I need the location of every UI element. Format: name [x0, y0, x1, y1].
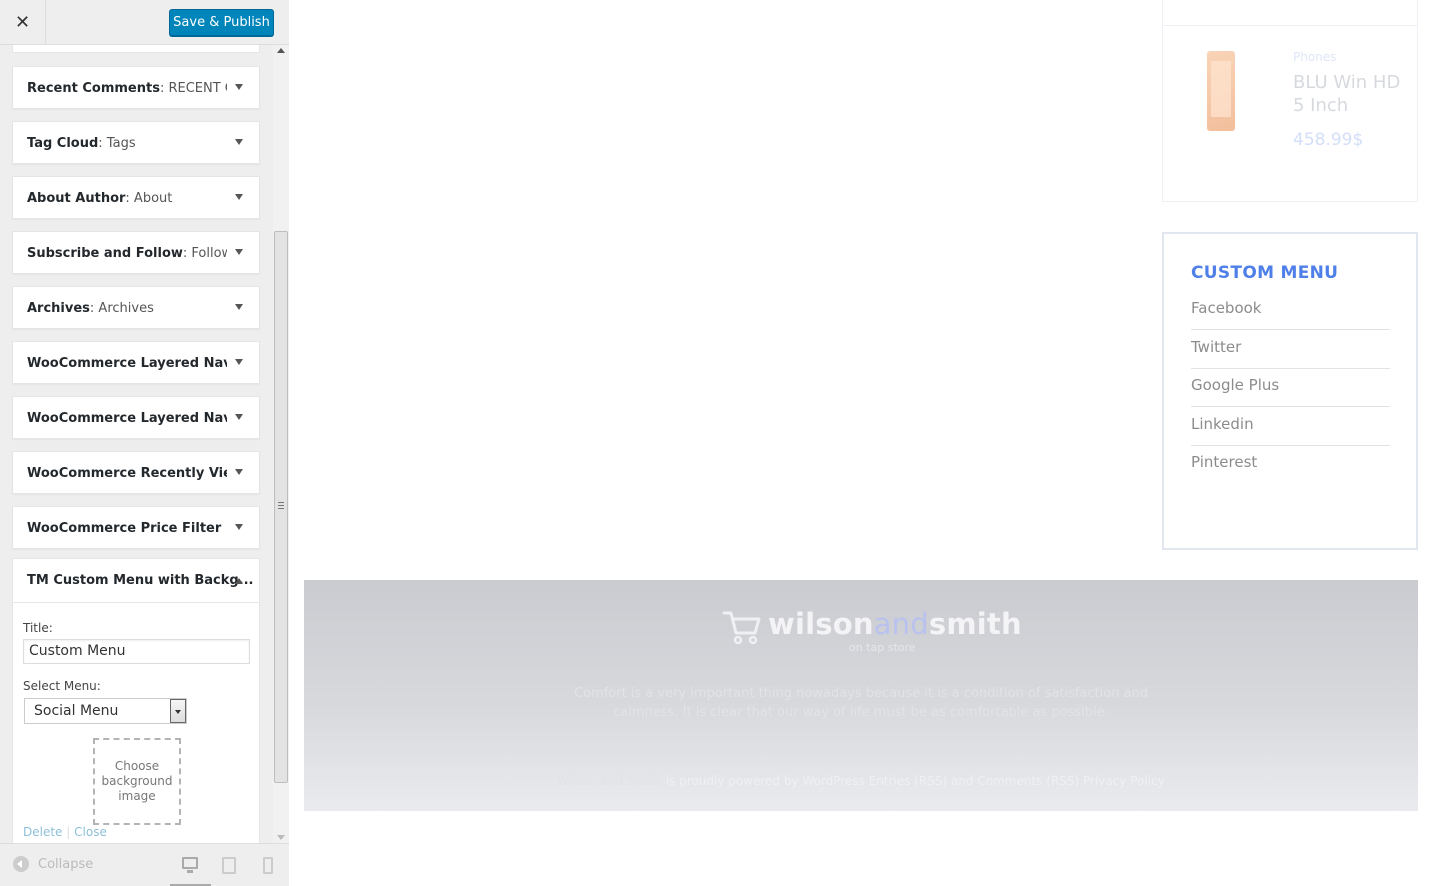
widget-tag-cloud[interactable]: Tag Cloud: Tags: [12, 121, 260, 164]
widget-name: TM Custom Menu with Backg...: [27, 573, 254, 588]
widget-subtitle: : Archives: [89, 301, 154, 316]
select-menu-dropdown[interactable]: Social Menu: [24, 698, 187, 724]
widget-name: Tag Cloud: [27, 136, 99, 151]
expand-arrow-icon[interactable]: [235, 359, 243, 365]
site-footer: wilsonandsmith on tap store Comfort is a…: [304, 580, 1418, 811]
widget-layered-nav-1[interactable]: WooCommerce Layered Nav: ...: [12, 341, 260, 384]
widget-about-author[interactable]: About Author: About: [12, 176, 260, 219]
logo-part-smith: smith: [928, 607, 1022, 641]
product-card[interactable]: Phones BLU Win HD 5 Inch 458.99$: [1162, 0, 1418, 202]
menu-link-linkedin[interactable]: Linkedin: [1191, 407, 1390, 446]
widget-actions: Delete | Close: [23, 825, 107, 839]
widget-name: Recent Comments: [27, 81, 160, 96]
menu-link-facebook[interactable]: Facebook: [1191, 291, 1390, 330]
widget-header[interactable]: TM Custom Menu with Backg...: [13, 559, 259, 603]
expand-arrow-icon[interactable]: [235, 304, 243, 310]
widget-tm-custom-menu: TM Custom Menu with Backg... Title: Cust…: [12, 558, 260, 843]
widget-archives[interactable]: Archives: Archives: [12, 286, 260, 329]
credits-owner-link[interactable]: Wilson and Smith: [557, 774, 662, 788]
widget-name: WooCommerce Recently View...: [27, 466, 227, 481]
collapse-label: Collapse: [38, 856, 94, 872]
collapse-arrow-icon[interactable]: [235, 578, 243, 584]
widget-name: About Author: [27, 191, 126, 206]
footer-credits: Wilson and Smith is proudly powered by W…: [504, 774, 1218, 788]
widget-subtitle: : RECENT C...: [159, 81, 227, 96]
select-menu-value: Social Menu: [34, 703, 119, 719]
collapse-button[interactable]: Collapse: [13, 856, 93, 872]
scroll-up-icon[interactable]: [277, 48, 285, 53]
custom-menu-title: CUSTOM MENU: [1191, 263, 1339, 283]
customizer-header: ✕ Save & Publish: [0, 0, 289, 45]
scrollbar-thumb[interactable]: [274, 231, 288, 783]
widgets-panel[interactable]: Recent Comments: RECENT C... Tag Cloud: …: [0, 45, 289, 843]
delete-link[interactable]: Delete: [23, 825, 62, 839]
divider: [1163, 25, 1417, 26]
widget-name: WooCommerce Layered Nav: ...: [27, 356, 227, 371]
cart-icon: [722, 611, 761, 645]
collapse-arrow-icon: [13, 856, 29, 872]
widget-subtitle: : Follow...: [182, 246, 227, 261]
menu-link-google-plus[interactable]: Google Plus: [1191, 368, 1390, 407]
title-input[interactable]: Custom Menu: [23, 639, 250, 664]
expand-arrow-icon[interactable]: [235, 84, 243, 90]
widget-layered-nav-2[interactable]: WooCommerce Layered Nav ...: [12, 396, 260, 439]
title-label: Title:: [23, 621, 53, 635]
widget-subtitle: : Tags: [98, 136, 136, 151]
desktop-preview-icon[interactable]: [182, 857, 198, 873]
save-publish-button[interactable]: Save & Publish: [169, 9, 274, 36]
widget-name: WooCommerce Price Filter: [27, 521, 222, 536]
expand-arrow-icon[interactable]: [235, 524, 243, 530]
site-preview: Phones BLU Win HD 5 Inch 458.99$ CUSTOM …: [289, 0, 1433, 886]
logo-part-and: and: [873, 607, 929, 641]
product-price: 458.99$: [1293, 130, 1364, 150]
sidebar-scrollbar[interactable]: [273, 45, 289, 843]
logo-part-wilson: wilson: [768, 607, 874, 641]
chevron-down-icon[interactable]: [170, 699, 186, 723]
close-link[interactable]: Close: [74, 825, 107, 839]
choose-background-button[interactable]: Choose background image: [93, 738, 181, 825]
tablet-preview-icon[interactable]: [222, 857, 236, 874]
mobile-preview-icon[interactable]: [263, 857, 273, 874]
widget-subscribe-follow[interactable]: Subscribe and Follow: Follow...: [12, 231, 260, 274]
expand-arrow-icon[interactable]: [235, 139, 243, 145]
menu-link-twitter[interactable]: Twitter: [1191, 330, 1390, 369]
product-category[interactable]: Phones: [1293, 50, 1336, 64]
widget-recently-viewed[interactable]: WooCommerce Recently View...: [12, 451, 260, 494]
credits-text: is proudly powered by WordPress Entries …: [661, 774, 1165, 788]
widget-price-filter[interactable]: WooCommerce Price Filter: [12, 506, 260, 549]
widget-name: Archives: [27, 301, 90, 316]
menu-link-pinterest[interactable]: Pinterest: [1191, 445, 1390, 484]
site-tagline: on tap store: [849, 641, 916, 654]
product-image[interactable]: [1207, 51, 1235, 131]
product-name[interactable]: BLU Win HD 5 Inch: [1293, 71, 1403, 117]
widget-subtitle: : About: [125, 191, 173, 206]
footer-description: Comfort is a very important thing nowada…: [573, 686, 1149, 720]
expand-arrow-icon[interactable]: [235, 194, 243, 200]
site-logo[interactable]: wilsonandsmith: [768, 607, 1022, 641]
expand-arrow-icon[interactable]: [235, 249, 243, 255]
expand-arrow-icon[interactable]: [235, 414, 243, 420]
customizer-sidebar: ✕ Save & Publish Recent Comments: RECENT…: [0, 0, 289, 886]
scroll-down-icon[interactable]: [277, 835, 285, 840]
custom-menu-widget: CUSTOM MENU Facebook Twitter Google Plus…: [1162, 232, 1418, 550]
widget-name: WooCommerce Layered Nav ...: [27, 411, 227, 426]
widget-name: Subscribe and Follow: [27, 246, 183, 261]
select-menu-label: Select Menu:: [23, 679, 101, 693]
expand-arrow-icon[interactable]: [235, 469, 243, 475]
link-separator: |: [66, 825, 71, 839]
widget-partial: [12, 45, 260, 53]
close-icon[interactable]: ✕: [0, 0, 46, 45]
customizer-footer: Collapse: [0, 843, 289, 886]
widget-recent-comments[interactable]: Recent Comments: RECENT C...: [12, 66, 260, 109]
